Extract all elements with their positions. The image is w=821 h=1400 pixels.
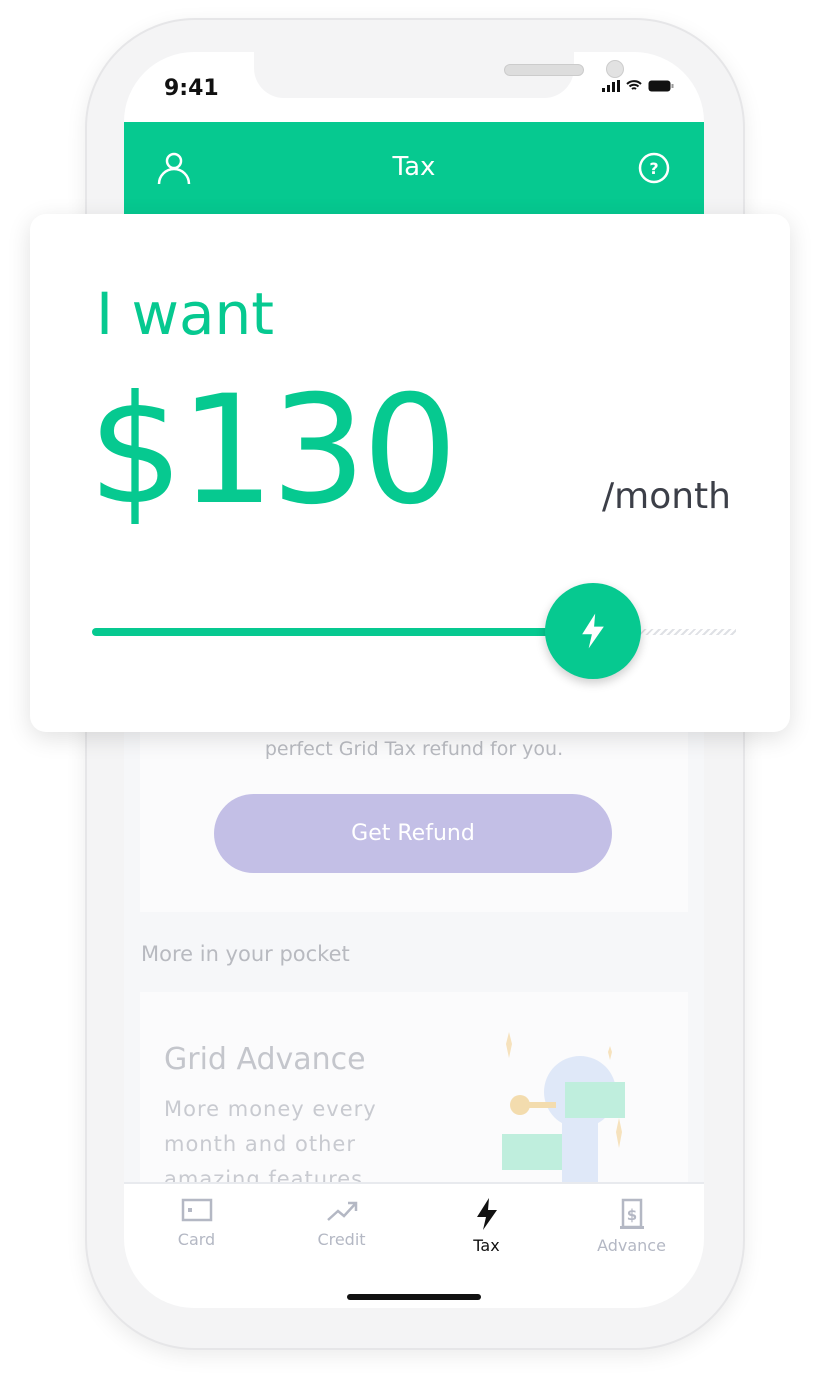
wifi-icon [626,80,642,90]
nav-label: Card [177,1230,216,1249]
nav-label: Advance [597,1236,666,1255]
lightning-icon [476,1198,497,1230]
promo-title: Grid Advance [164,1042,366,1077]
nav-item-tax[interactable]: Tax [414,1184,559,1308]
slider-rest [637,629,736,635]
card-icon [181,1198,212,1222]
bottom-nav: Card Credit Tax $ Advance [124,1182,704,1308]
battery-icon [648,80,674,92]
status-time: 9:41 [164,76,219,101]
app-header: Tax ? [124,122,704,214]
help-icon[interactable]: ? [638,152,670,184]
get-refund-button[interactable]: Get Refund [214,794,612,873]
amount-period: /month [602,476,731,517]
trend-up-icon [326,1201,357,1221]
slider-fill [92,628,608,636]
amount-slider[interactable] [92,583,736,679]
nav-item-credit[interactable]: Credit [269,1184,414,1308]
lightning-icon [582,613,605,649]
nav-label: Tax [473,1236,500,1255]
svg-text:?: ? [649,159,658,178]
nav-item-card[interactable]: Card [124,1184,269,1308]
camera [606,60,624,78]
dollar-door-icon: $ [619,1198,644,1229]
status-bar: 9:41 [124,52,704,122]
refund-text: perfect Grid Tax refund for you. [264,738,564,760]
page-title: Tax [392,152,436,182]
section-title: More in your pocket [141,942,350,966]
home-indicator [347,1294,481,1300]
notch [254,52,624,98]
slider-thumb[interactable] [545,583,642,679]
amount-value: $130 [88,364,458,538]
signal-icon [602,80,620,92]
speaker [504,64,584,76]
svg-text:$: $ [626,1206,636,1224]
sheet-label: I want [96,280,275,348]
amount-sheet: I want $130 /month [30,214,790,732]
status-icons [602,80,674,92]
nav-item-advance[interactable]: $ Advance [559,1184,704,1308]
nav-label: Credit [317,1230,366,1249]
advance-illustration [502,1032,625,1182]
